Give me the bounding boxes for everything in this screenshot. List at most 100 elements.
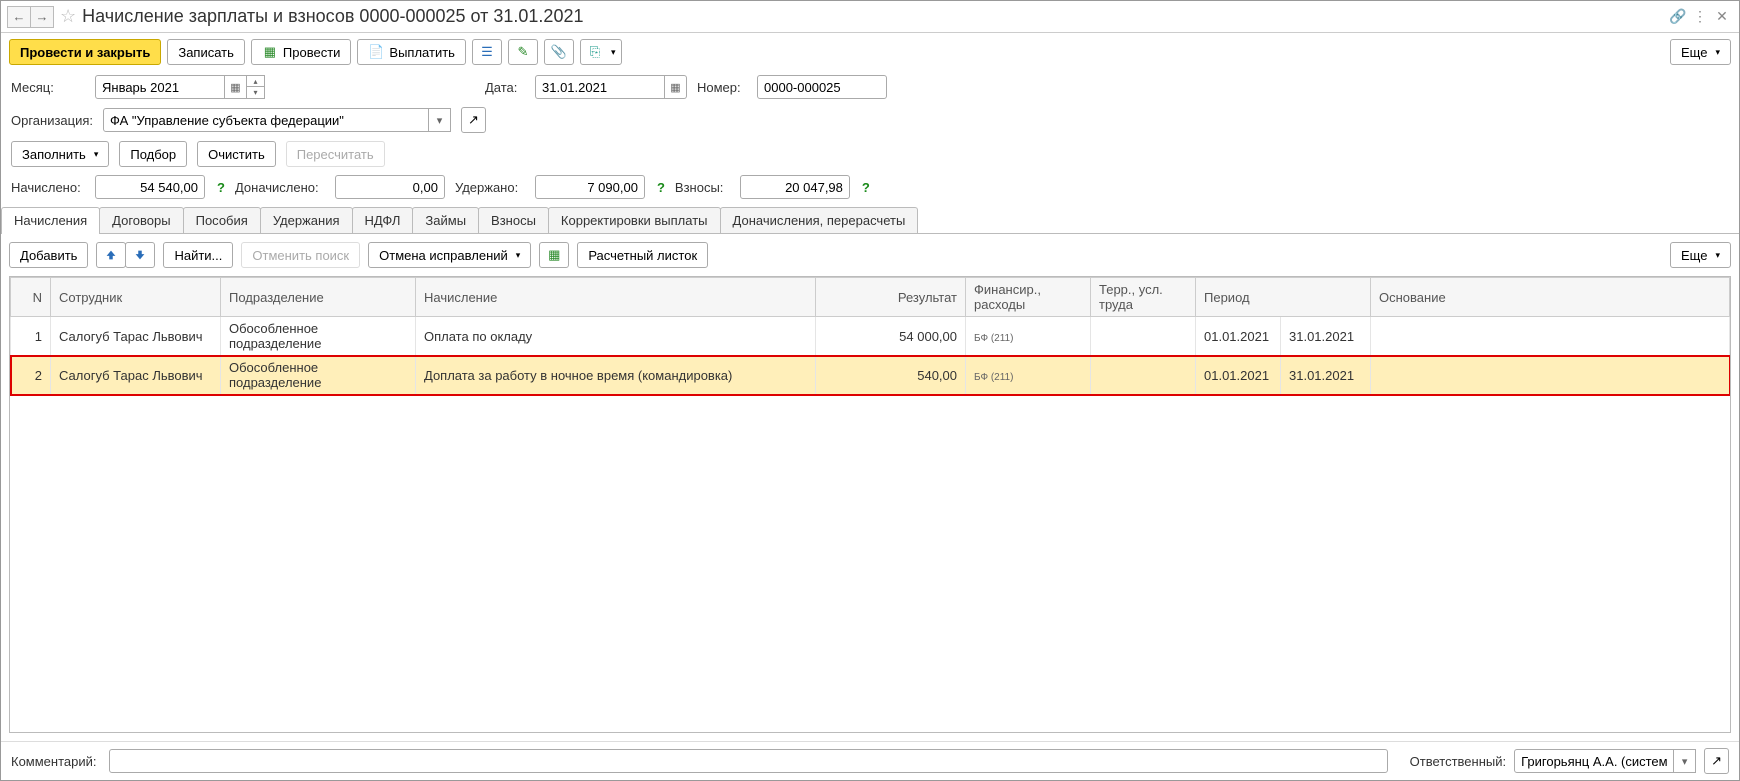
payslip-button[interactable]: Расчетный листок — [577, 242, 708, 268]
table-row[interactable]: 1Салогуб Тарас ЛьвовичОбособленное подра… — [11, 317, 1730, 356]
post-button[interactable]: ▦ Провести — [251, 39, 352, 65]
tab-0[interactable]: Начисления — [1, 207, 100, 233]
cell-accrual: Оплата по окладу — [416, 317, 816, 356]
tab-more-button[interactable]: Еще ▾ — [1670, 242, 1731, 268]
arrow-up-icon — [104, 248, 118, 262]
cell-base — [1371, 317, 1730, 356]
calendar-icon[interactable]: ▦ — [665, 75, 687, 99]
cell-employee: Салогуб Тарас Львович — [51, 356, 221, 395]
move-down-button[interactable] — [125, 242, 155, 268]
col-terr[interactable]: Терр., усл. труда — [1091, 278, 1196, 317]
grid-button[interactable]: ▦ — [539, 242, 569, 268]
col-finance[interactable]: Финансир., расходы — [966, 278, 1091, 317]
col-base[interactable]: Основание — [1371, 278, 1730, 317]
page-title: Начисление зарплаты и взносов 0000-00002… — [82, 6, 583, 27]
tabs: НачисленияДоговорыПособияУдержанияНДФЛЗа… — [1, 207, 1739, 234]
org-open-button[interactable]: ↗ — [461, 107, 486, 133]
structure-button[interactable]: ☰ — [472, 39, 502, 65]
chevron-down-icon[interactable]: ▾ — [429, 108, 451, 132]
cell-department: Обособленное подразделение — [221, 317, 416, 356]
col-period[interactable]: Период — [1196, 278, 1371, 317]
month-input[interactable] — [95, 75, 225, 99]
contrib-input[interactable] — [740, 175, 850, 199]
pay-button[interactable]: 📄 Выплатить — [357, 39, 466, 65]
grid-icon: ▦ — [546, 247, 562, 263]
more-button[interactable]: Еще ▾ — [1670, 39, 1731, 65]
cell-base — [1371, 356, 1730, 395]
cell-result: 540,00 — [816, 356, 966, 395]
find-button[interactable]: Найти... — [163, 242, 233, 268]
tab-5[interactable]: Займы — [412, 207, 479, 233]
calendar-icon[interactable]: ▦ — [225, 75, 247, 99]
cell-period-from: 01.01.2021 — [1196, 317, 1281, 356]
fill-button[interactable]: Заполнить ▾ — [11, 141, 109, 167]
clear-button[interactable]: Очистить — [197, 141, 276, 167]
responsible-input[interactable] — [1514, 749, 1674, 773]
pay-icon: 📄 — [368, 44, 384, 60]
cell-department: Обособленное подразделение — [221, 356, 416, 395]
open-icon: ↗ — [468, 112, 479, 128]
accrued-label: Начислено: — [11, 180, 85, 195]
accrued-input[interactable] — [95, 175, 205, 199]
fill-label: Заполнить — [22, 147, 86, 162]
tab-4[interactable]: НДФЛ — [352, 207, 414, 233]
tab-6[interactable]: Взносы — [478, 207, 549, 233]
withheld-input[interactable] — [535, 175, 645, 199]
write-button[interactable]: Записать — [167, 39, 245, 65]
copy-icon: ⎘ — [587, 44, 603, 60]
arrow-down-icon — [133, 248, 147, 262]
org-input[interactable] — [103, 108, 429, 132]
pencil-icon: ✎ — [515, 44, 531, 60]
help-icon[interactable]: ? — [862, 180, 870, 195]
tab-3[interactable]: Удержания — [260, 207, 353, 233]
cell-n: 2 — [11, 356, 51, 395]
cell-n: 1 — [11, 317, 51, 356]
withheld-label: Удержано: — [455, 180, 525, 195]
col-n[interactable]: N — [11, 278, 51, 317]
tab-7[interactable]: Корректировки выплаты — [548, 207, 721, 233]
copy-button[interactable]: ⎘ ▾ — [580, 39, 623, 65]
col-result[interactable]: Результат — [816, 278, 966, 317]
cell-accrual: Доплата за работу в ночное время (команд… — [416, 356, 816, 395]
number-input[interactable] — [757, 75, 887, 99]
responsible-label: Ответственный: — [1396, 754, 1506, 769]
cell-period-from: 01.01.2021 — [1196, 356, 1281, 395]
col-department[interactable]: Подразделение — [221, 278, 416, 317]
close-icon[interactable]: ✕ — [1711, 6, 1733, 28]
edit-button[interactable]: ✎ — [508, 39, 538, 65]
open-icon: ↗ — [1711, 753, 1722, 769]
cancel-fixes-button[interactable]: Отмена исправлений ▾ — [368, 242, 531, 268]
post-and-close-button[interactable]: Провести и закрыть — [9, 39, 161, 65]
nav-back-button[interactable]: ← — [7, 6, 31, 28]
pick-button[interactable]: Подбор — [119, 141, 187, 167]
col-accrual[interactable]: Начисление — [416, 278, 816, 317]
extra-input[interactable] — [335, 175, 445, 199]
help-icon[interactable]: ? — [657, 180, 665, 195]
cell-result: 54 000,00 — [816, 317, 966, 356]
more-label: Еще — [1681, 45, 1707, 60]
cancel-search-button: Отменить поиск — [241, 242, 360, 268]
chevron-down-icon[interactable]: ▾ — [1674, 749, 1696, 773]
favorite-icon[interactable]: ☆ — [60, 6, 76, 27]
tab-1[interactable]: Договоры — [99, 207, 183, 233]
add-button[interactable]: Добавить — [9, 242, 88, 268]
date-input[interactable] — [535, 75, 665, 99]
contrib-label: Взносы: — [675, 180, 730, 195]
tab-2[interactable]: Пособия — [183, 207, 261, 233]
attach-button[interactable]: 📎 — [544, 39, 574, 65]
kebab-icon[interactable]: ⋮ — [1689, 6, 1711, 28]
chevron-down-icon: ▾ — [94, 149, 99, 160]
comment-input[interactable] — [109, 749, 1388, 773]
help-icon[interactable]: ? — [217, 180, 225, 195]
nav-forward-button[interactable]: → — [30, 6, 54, 28]
month-down-button[interactable]: ▾ — [247, 87, 265, 99]
paperclip-icon: 📎 — [551, 44, 567, 60]
table-row[interactable]: 2Салогуб Тарас ЛьвовичОбособленное подра… — [11, 356, 1730, 395]
month-up-button[interactable]: ▴ — [247, 75, 265, 87]
move-up-button[interactable] — [96, 242, 126, 268]
link-icon[interactable]: 🔗 — [1667, 6, 1689, 28]
tab-8[interactable]: Доначисления, перерасчеты — [720, 207, 919, 233]
responsible-open-button[interactable]: ↗ — [1704, 748, 1729, 774]
cell-finance: БФ (211) — [966, 317, 1091, 356]
col-employee[interactable]: Сотрудник — [51, 278, 221, 317]
